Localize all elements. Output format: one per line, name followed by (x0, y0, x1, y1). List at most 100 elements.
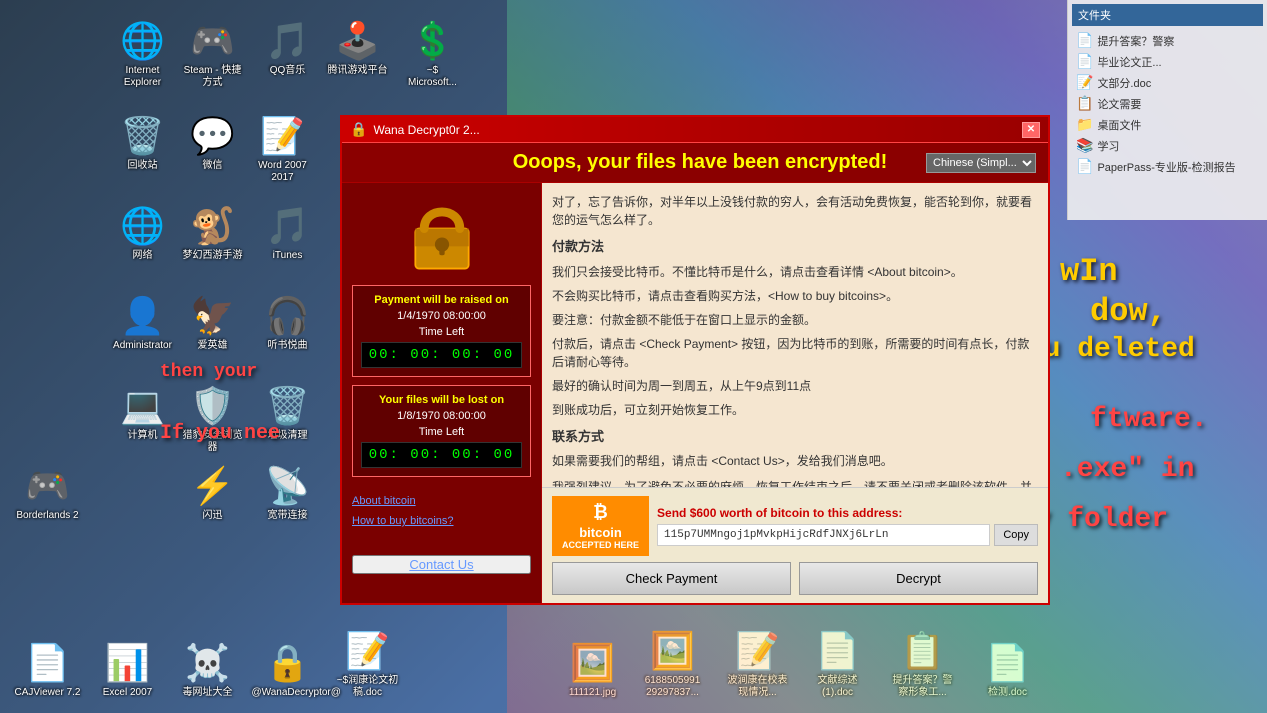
internet-explorer-label: Internet Explorer (109, 65, 176, 89)
popup-close-button[interactable]: ✕ (1022, 122, 1040, 138)
desktop-icon-qq-music[interactable]: 🎵 QQ音乐 (250, 15, 325, 81)
bitcoin-address-input[interactable] (657, 524, 990, 546)
admin-icon: 👤 (121, 294, 165, 338)
virus-icon: ☠️ (186, 641, 230, 685)
desktop-icon-aiyingxiong[interactable]: 🦅 爱英雄 (175, 290, 250, 356)
wenxu-icon: 📄 (816, 629, 860, 673)
ms-label: ~$Microsoft... (408, 65, 457, 89)
copy-button[interactable]: Copy (994, 524, 1038, 546)
send-amount-title: Send $600 worth of bitcoin to this addre… (657, 506, 1038, 520)
desktop-icon-xiyouji[interactable]: 🐒 梦幻西游手游 (175, 200, 250, 266)
bitcoin-icon: ₿ (593, 502, 608, 523)
recycle-icon: 🗑️ (121, 114, 165, 158)
desktop-icon-recycle[interactable]: 🗑️ 回收站 (105, 110, 180, 176)
wechat-icon: 💬 (191, 114, 235, 158)
desktop-icon-lightning[interactable]: ⚡ 闪迅 (175, 460, 250, 526)
broadband-label: 宽带连接 (268, 510, 308, 522)
file-item-3[interactable]: 📝文部分.doc (1072, 72, 1263, 93)
right-text-contact-title: 联系方式 (552, 427, 1038, 447)
desktop-icon-itunes[interactable]: 🎵 iTunes (250, 200, 325, 266)
desktop-icon-msdoc[interactable]: 📝 ~$润康论文初稿.doc (330, 625, 405, 703)
send-amount-box: Send $600 worth of bitcoin to this addre… (657, 506, 1038, 546)
wana-title-icon: 🔒 (350, 121, 367, 138)
payment-raise-box: Payment will be raised on 1/4/1970 08:00… (352, 285, 531, 377)
file-manager-sidebar: 文件夹 📄提升答案？警察 📄毕业论文正... 📝文部分.doc 📋论文需要 📁桌… (1067, 0, 1267, 220)
jiance-label: 检测.doc (988, 687, 1027, 699)
wannadecryptor-icon: 🔒 (266, 641, 310, 685)
overlay-text-5: .exe" in (1060, 450, 1194, 489)
desktop-icon-admin[interactable]: 👤 Administrator (105, 290, 180, 356)
files-lost-box: Your files will be lost on 1/8/1970 08:0… (352, 385, 531, 477)
excel-label: Excel 2007 (103, 687, 152, 699)
desktop-icon-borderlands[interactable]: 🎮 Borderlands 2 (10, 460, 85, 526)
desktop-icon-wenxu[interactable]: 📄 文献综述(1).doc (800, 625, 875, 703)
computer-icon: 💻 (121, 384, 165, 428)
qq-music-label: QQ音乐 (270, 65, 306, 77)
desktop-icon-word[interactable]: 📝 Word 2007 2017 (245, 110, 320, 188)
internet-explorer-icon: 🌐 (121, 19, 165, 63)
itunes-label: iTunes (273, 250, 303, 262)
lock-icon-container (352, 193, 531, 273)
borderlands-icon: 🎮 (26, 464, 70, 508)
bitcoin-badge: ₿ bitcoin ACCEPTED HERE (552, 496, 649, 556)
cajviewer-icon: 📄 (26, 641, 70, 685)
file-item-4[interactable]: 📋论文需要 (1072, 93, 1263, 114)
action-buttons: Check Payment Decrypt (552, 562, 1038, 595)
desktop-icon-internet-explorer[interactable]: 🌐 Internet Explorer (105, 15, 180, 93)
jiance-icon: 📄 (986, 641, 1030, 685)
desktop-icon-tigan[interactable]: 📋 提升答案？警察形象工... (885, 625, 960, 703)
file-item-1[interactable]: 📄提升答案？警察 (1072, 30, 1263, 51)
desktop-icon-audio[interactable]: 🎧 听书悦曲 (250, 290, 325, 356)
audio-label: 听书悦曲 (268, 340, 308, 352)
msdoc-icon: 📝 (346, 629, 390, 673)
about-bitcoin-link[interactable]: About bitcoin (352, 493, 531, 509)
decrypt-button[interactable]: Decrypt (799, 562, 1038, 595)
aiyingxiong-icon: 🦅 (191, 294, 235, 338)
file-item-2[interactable]: 📄毕业论文正... (1072, 51, 1263, 72)
payment-raise-title: Payment will be raised on (361, 294, 522, 306)
file-item-7[interactable]: 📄PaperPass-专业版-检测报告 (1072, 156, 1263, 177)
jpg111-label: 111121.jpg (569, 687, 616, 699)
recycle-label: 回收站 (128, 160, 158, 172)
desktop-icon-cajviewer[interactable]: 📄 CAJViewer 7.2 (10, 637, 85, 703)
right-text-p5: 付款后，请点击 <Check Payment> 按钮，因为比特币的到账，所需要的… (552, 335, 1038, 371)
overlay-text-1: wIn (1060, 250, 1118, 295)
steam-label: Steam - 快捷方式 (179, 65, 246, 89)
cajviewer-label: CAJViewer 7.2 (15, 687, 81, 699)
files-lost-timer: 00: 00: 00: 00 (361, 442, 522, 468)
overlay-text-4: ftware. (1090, 400, 1208, 439)
desktop-icon-virus[interactable]: ☠️ 毒网址大全 (170, 637, 245, 703)
desktop-icon-excel[interactable]: 📊 Excel 2007 (90, 637, 165, 703)
desktop-icon-steam[interactable]: 🎮 Steam - 快捷方式 (175, 15, 250, 93)
language-select[interactable]: Chinese (Simpl... English Spanish French… (926, 153, 1036, 173)
desktop-icon-wannadecryptor[interactable]: 🔒 @WanaDecryptor@ (250, 637, 325, 703)
desktop-icon-jpg618[interactable]: 🖼️ 6188505991 29297837... (635, 625, 710, 703)
right-text-p4: 要注意：付款金额不能低于在窗口上显示的金额。 (552, 311, 1038, 329)
file-item-6[interactable]: 📚学习 (1072, 135, 1263, 156)
broadband-icon: 📡 (266, 464, 310, 508)
desktop-icon-jiance[interactable]: 📄 检测.doc (970, 637, 1045, 703)
file-item-5[interactable]: 📁桌面文件 (1072, 114, 1263, 135)
contact-us-link[interactable]: Contact Us (352, 555, 531, 574)
msdoc-label: ~$润康论文初稿.doc (334, 675, 401, 699)
desktop-icon-school[interactable]: 📝 波涧康在校表现情况... (720, 625, 795, 703)
desktop-icon-tencent[interactable]: 🕹️ 腾讯游戏平台 (320, 15, 395, 81)
itunes-icon: 🎵 (266, 204, 310, 248)
desktop-icon-ms[interactable]: 💲 ~$Microsoft... (395, 15, 470, 93)
desktop-icon-broadband[interactable]: 📡 宽带连接 (250, 460, 325, 526)
desktop-icon-jpg111[interactable]: 🖼️ 111121.jpg (555, 637, 630, 703)
overlay-text-2: dow, (1090, 290, 1167, 335)
desktop-icon-network[interactable]: 🌐 网络 (105, 200, 180, 266)
payment-timer-1: 00: 00: 00: 00 (361, 342, 522, 368)
bitcoin-text: bitcoin (579, 525, 622, 540)
desktop-icon-wechat[interactable]: 💬 微信 (175, 110, 250, 176)
jpg618-icon: 🖼️ (651, 629, 695, 673)
xiyouji-icon: 🐒 (191, 204, 235, 248)
files-lost-time-left-label: Time Left (361, 426, 522, 438)
buy-bitcoins-link[interactable]: How to buy bitcoins? (352, 513, 531, 529)
word-label: Word 2007 2017 (249, 160, 316, 184)
check-payment-button[interactable]: Check Payment (552, 562, 791, 595)
school-label: 波涧康在校表现情况... (724, 675, 791, 699)
network-icon: 🌐 (121, 204, 165, 248)
payment-raise-date: 1/4/1970 08:00:00 (361, 310, 522, 322)
